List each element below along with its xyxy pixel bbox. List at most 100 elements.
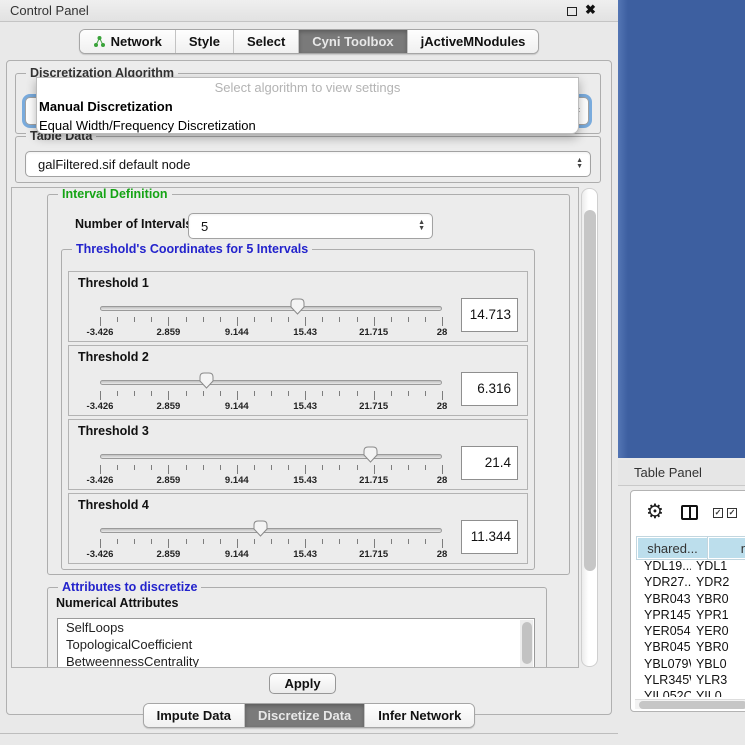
table-cell[interactable]: YLR3 xyxy=(691,673,745,689)
table-panel-titlebar: Table Panel xyxy=(618,460,745,486)
tab-discretize-data[interactable]: Discretize Data xyxy=(245,704,365,727)
tick-mark xyxy=(357,539,358,544)
split-columns-icon[interactable] xyxy=(681,505,698,520)
table-cell[interactable]: YDR27... xyxy=(637,575,691,591)
slider-track[interactable] xyxy=(100,454,442,459)
table-data-combobox-value: galFiltered.sif default node xyxy=(38,157,190,172)
dropdown-item-manual-discretization[interactable]: Manual Discretization xyxy=(37,97,578,116)
attributes-list[interactable]: SelfLoopsTopologicalCoefficientBetweenne… xyxy=(57,618,535,668)
checkbox-icon[interactable]: ✓ xyxy=(713,508,723,518)
slider-thumb-icon[interactable] xyxy=(253,520,268,537)
table-cell[interactable]: YER0 xyxy=(691,624,745,640)
table-horizontal-scrollbar[interactable] xyxy=(635,699,745,709)
top-tab-bar: NetworkStyleSelectCyni ToolboxjActiveMNo… xyxy=(0,29,618,54)
table-row[interactable]: YLR345WYLR3 xyxy=(637,673,745,689)
tick-mark xyxy=(151,317,152,322)
threshold-slider[interactable]: -3.4262.8599.14415.4321.71528 xyxy=(100,494,442,565)
table-cell[interactable]: YIL052C xyxy=(637,689,691,697)
attributes-group-title: Attributes to discretize xyxy=(58,580,201,594)
table-cell[interactable]: YDL19... xyxy=(637,559,691,575)
column-header-shared[interactable]: shared... xyxy=(637,537,708,559)
tab-jactivemnodules[interactable]: jActiveMNodules xyxy=(408,30,539,53)
tick-mark xyxy=(254,317,255,322)
table-cell[interactable]: YER054C xyxy=(637,624,691,640)
float-icon[interactable] xyxy=(567,7,577,16)
panel-title: Control Panel xyxy=(10,3,89,18)
tab-network[interactable]: Network xyxy=(80,30,176,53)
threshold-value-field[interactable]: 11.344 xyxy=(461,520,518,554)
table-cell[interactable]: YBR0 xyxy=(691,640,745,656)
table-row[interactable]: YDR27...YDR2 xyxy=(637,575,745,591)
table-data-combobox[interactable]: galFiltered.sif default node ▲▼ xyxy=(25,151,591,177)
table-cell[interactable]: YBL079W xyxy=(637,657,691,673)
slider-track[interactable] xyxy=(100,380,442,385)
slider-thumb-icon[interactable] xyxy=(363,446,378,463)
table-cell[interactable]: YBR0 xyxy=(691,592,745,608)
scrollbar-thumb[interactable] xyxy=(584,210,596,571)
slider-tick-labels: -3.4262.8599.14415.4321.71528 xyxy=(100,549,442,561)
tick-label: -3.426 xyxy=(87,327,114,338)
column-header-name[interactable]: na xyxy=(708,537,745,559)
slider-track[interactable] xyxy=(100,528,442,533)
table-row[interactable]: YBL079WYBL0 xyxy=(637,657,745,673)
table-cell[interactable]: YIL0 xyxy=(691,689,745,697)
threshold-slider[interactable]: -3.4262.8599.14415.4321.71528 xyxy=(100,420,442,491)
apply-button[interactable]: Apply xyxy=(269,673,336,694)
tick-mark xyxy=(220,391,221,396)
tick-mark xyxy=(237,391,238,400)
slider-thumb-icon[interactable] xyxy=(290,298,305,315)
tick-mark xyxy=(425,465,426,470)
table-cell[interactable]: YDL1 xyxy=(691,559,745,575)
table-row[interactable]: YBR043CYBR0 xyxy=(637,592,745,608)
attributes-list-scrollbar[interactable] xyxy=(520,620,533,668)
dropdown-item-equal-width-frequency-discretization[interactable]: Equal Width/Frequency Discretization xyxy=(37,116,578,134)
checkbox-icon[interactable]: ✓ xyxy=(727,508,737,518)
tick-label: 2.859 xyxy=(157,475,181,486)
tick-label: 15.43 xyxy=(293,549,317,560)
scrollbar-thumb[interactable] xyxy=(639,701,745,709)
attribute-item-betweennesscentrality[interactable]: BetweennessCentrality xyxy=(58,653,534,668)
tick-label: 21.715 xyxy=(359,475,388,486)
close-icon[interactable]: ✖ xyxy=(585,2,596,18)
table-cell[interactable]: YPR1 xyxy=(691,608,745,624)
scrollbar-thumb[interactable] xyxy=(522,622,532,664)
tick-mark xyxy=(339,391,340,396)
table-row[interactable]: YIL052CYIL0 xyxy=(637,689,745,697)
threshold-slider[interactable]: -3.4262.8599.14415.4321.71528 xyxy=(100,346,442,417)
threshold-value-field[interactable]: 14.713 xyxy=(461,298,518,332)
table-cell[interactable]: YBL0 xyxy=(691,657,745,673)
tab-style[interactable]: Style xyxy=(176,30,234,53)
table-row[interactable]: YBR045CYBR0 xyxy=(637,640,745,656)
threshold-value-field[interactable]: 6.316 xyxy=(461,372,518,406)
cyni-toolbox-panel: Discretization Algorithm ▲▼ Select algor… xyxy=(6,60,612,715)
table-cell[interactable]: YPR145W xyxy=(637,608,691,624)
tick-mark xyxy=(220,539,221,544)
tab-impute-data[interactable]: Impute Data xyxy=(144,704,245,727)
gear-icon[interactable]: ⚙ xyxy=(646,499,664,524)
slider-thumb-icon[interactable] xyxy=(199,372,214,389)
slider-ticks xyxy=(100,465,442,474)
tab-label: Infer Network xyxy=(378,708,461,723)
slider-track[interactable] xyxy=(100,306,442,311)
threshold-slider[interactable]: -3.4262.8599.14415.4321.71528 xyxy=(100,272,442,343)
settings-vertical-scrollbar[interactable] xyxy=(581,188,598,667)
table-row[interactable]: YER054CYER0 xyxy=(637,624,745,640)
tick-mark xyxy=(408,391,409,396)
attribute-item-topologicalcoefficient[interactable]: TopologicalCoefficient xyxy=(58,636,534,653)
tick-mark xyxy=(391,539,392,544)
table-cell[interactable]: YBR045C xyxy=(637,640,691,656)
table-cell[interactable]: YLR345W xyxy=(637,673,691,689)
attribute-item-selfloops[interactable]: SelfLoops xyxy=(58,619,534,636)
table-cell[interactable]: YDR2 xyxy=(691,575,745,591)
tab-cyni-toolbox[interactable]: Cyni Toolbox xyxy=(299,30,407,53)
settings-scroll-viewport: Interval Definition Number of Intervals … xyxy=(11,187,579,668)
tab-infer-network[interactable]: Infer Network xyxy=(365,704,474,727)
table-row[interactable]: YPR145WYPR1 xyxy=(637,608,745,624)
tick-mark xyxy=(168,465,169,474)
tab-select[interactable]: Select xyxy=(234,30,299,53)
threshold-value-field[interactable]: 21.4 xyxy=(461,446,518,480)
threshold-panel: Threshold 3 -3.4262.8599.14415.4321.7152… xyxy=(68,419,528,490)
table-row[interactable]: YDL19...YDL1 xyxy=(637,559,745,575)
table-cell[interactable]: YBR043C xyxy=(637,592,691,608)
num-intervals-combobox[interactable]: 5 ▲▼ xyxy=(188,213,433,239)
